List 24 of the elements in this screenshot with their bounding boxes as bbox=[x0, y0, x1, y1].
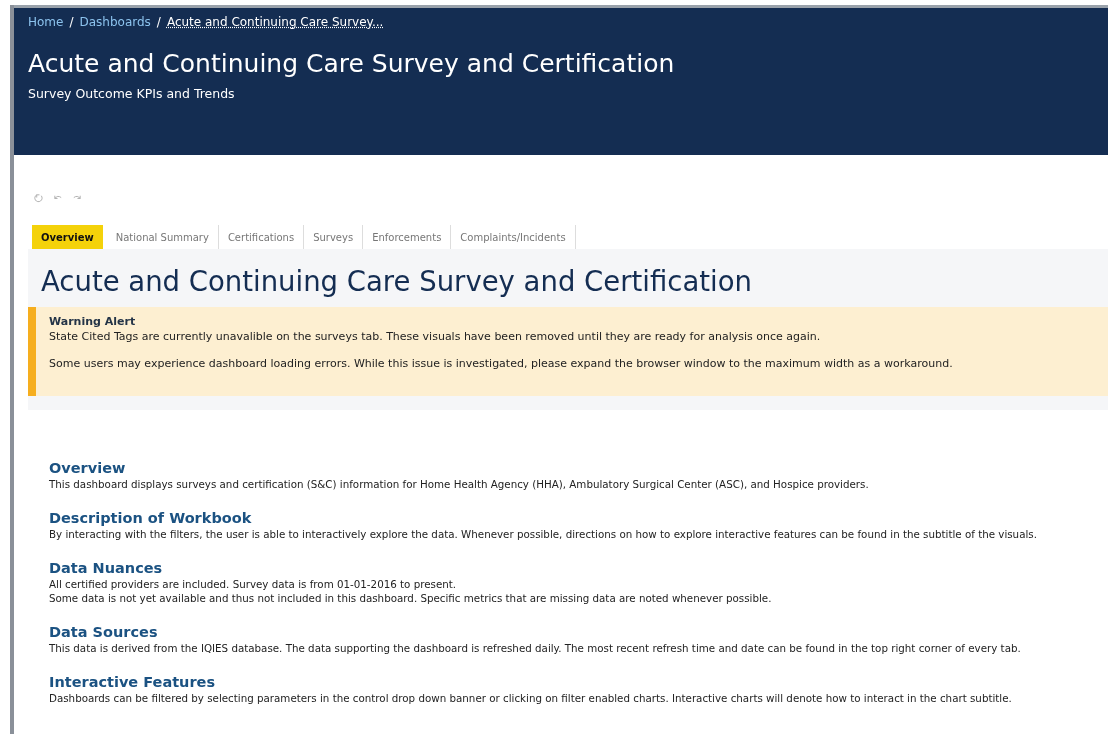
page-header-subtitle: Survey Outcome KPIs and Trends bbox=[28, 86, 236, 101]
breadcrumb-link[interactable]: Dashboards bbox=[79, 15, 151, 29]
page-header-title: Acute and Continuing Care Survey and Certification bbox=[28, 49, 676, 78]
breadcrumb-link[interactable]: Acute and Continuing Care Survey... bbox=[166, 15, 384, 29]
section-text: This data is derived from the IQIES database. The data supporting the dashboard is refreshed daily. The most recent refresh time and date can be found in the top right corner of every tab. bbox=[49, 642, 1022, 654]
dashboard-title: Acute and Continuing Care Survey and Certification bbox=[41, 265, 753, 297]
alert-title: Warning Alert bbox=[49, 315, 137, 328]
breadcrumb-separator: / bbox=[156, 15, 161, 29]
section-heading: Interactive Features bbox=[49, 674, 217, 690]
section-text: Some data is not yet available and thus not included in this dashboard. Specific metrics that are missing data are noted whenever possible. bbox=[49, 592, 773, 604]
section-heading: Description of Workbook bbox=[49, 510, 253, 526]
section-heading: Overview bbox=[49, 460, 127, 476]
section-text: All certified providers are included. Survey data is from 01-01-2016 to present. bbox=[49, 578, 458, 590]
alert-text: Some users may experience dashboard loading errors. While this issue is investigated, please expand the browser window to the maximum width as a workaround. bbox=[49, 357, 954, 370]
section-text: By interacting with the filters, the user is able to interactively explore the data. Whenever possible, directions on how to explore interactive features can be found in the subtitle of the visuals. bbox=[49, 528, 1038, 540]
section-heading: Data Sources bbox=[49, 624, 159, 640]
alert-text: State Cited Tags are currently unavalible on the surveys tab. These visuals have been removed until they are ready for analysis once again. bbox=[49, 330, 822, 343]
section-text: This dashboard displays surveys and certification (S&C) information for Home Health Agency (HHA), Ambulatory Surgical Center (ASC), and Hospice providers. bbox=[49, 478, 870, 490]
reset-icon[interactable] bbox=[34, 193, 44, 203]
section-text: Dashboards can be filtered by selecting parameters in the control drop down banner or clicking on filter enabled charts. Interactive charts will denote how to interact in the chart subtitle. bbox=[49, 692, 1013, 704]
section-heading: Data Nuances bbox=[49, 560, 164, 576]
breadcrumb-link[interactable]: Home bbox=[28, 15, 64, 29]
breadcrumb-separator: / bbox=[69, 15, 74, 29]
tab[interactable]: Overview bbox=[32, 225, 103, 249]
